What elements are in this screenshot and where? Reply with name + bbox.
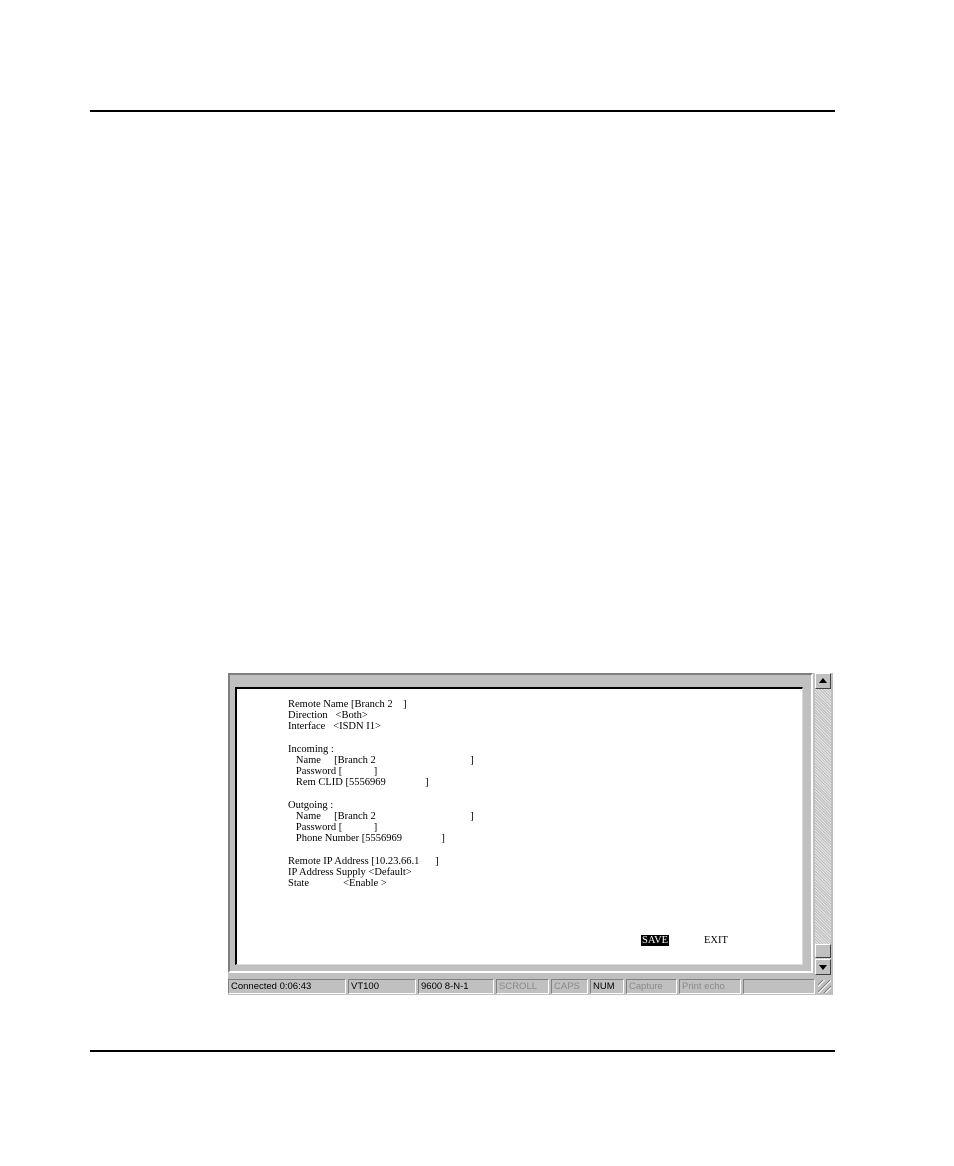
scroll-thumb[interactable]	[815, 944, 831, 958]
terminal-line-remote-ip: Remote IP Address [10.23.66.1 ]	[288, 856, 439, 867]
terminal-line-phone-number: Phone Number [5556969 ]	[288, 833, 445, 844]
terminal-text-area: Remote Name [Branch 2 ] Direction <Both>…	[237, 689, 802, 964]
status-connected: Connected 0:06:43	[228, 979, 346, 994]
status-print-echo: Print echo	[679, 979, 741, 994]
terminal-line-ip-supply: IP Address Supply <Default>	[288, 867, 412, 878]
terminal-line-rem-clid: Rem CLID [5556969 ]	[288, 777, 429, 788]
scroll-up-button[interactable]	[815, 673, 831, 689]
status-caps: CAPS	[551, 979, 588, 994]
status-capture: Capture	[626, 979, 677, 994]
save-button[interactable]: SAVE	[641, 935, 670, 946]
terminal-line-interface: Interface <ISDN I1>	[288, 721, 381, 732]
exit-button[interactable]: EXIT	[704, 935, 728, 946]
bottom-rule	[90, 1050, 835, 1052]
terminal-line-outgoing-name: Name [Branch 2 ]	[288, 811, 474, 822]
top-rule	[90, 110, 835, 112]
terminal-line-outgoing-password: Password [ ]	[288, 822, 378, 833]
resize-grip-icon[interactable]	[818, 980, 831, 993]
hyperterminal-window: Remote Name [Branch 2 ] Direction <Both>…	[228, 673, 833, 995]
arrow-up-icon	[819, 678, 827, 683]
status-emulation: VT100	[348, 979, 416, 994]
terminal-frame: Remote Name [Branch 2 ] Direction <Both>…	[228, 673, 813, 973]
terminal-line-remote-name: Remote Name [Branch 2 ]	[288, 699, 407, 710]
terminal-line-incoming-name: Name [Branch 2 ]	[288, 755, 474, 766]
status-empty-cell	[743, 979, 815, 994]
terminal-line-state: State <Enable >	[288, 878, 387, 889]
terminal-line-incoming-password: Password [ ]	[288, 766, 378, 777]
status-num: NUM	[590, 979, 624, 994]
terminal-line-outgoing: Outgoing :	[288, 800, 334, 811]
terminal-line-direction: Direction <Both>	[288, 710, 368, 721]
vertical-scrollbar[interactable]	[815, 673, 831, 975]
status-scroll: SCROLL	[496, 979, 549, 994]
scroll-down-button[interactable]	[815, 959, 831, 975]
terminal-line-incoming: Incoming :	[288, 744, 334, 755]
status-port-settings: 9600 8-N-1	[418, 979, 494, 994]
status-bar: Connected 0:06:43 VT100 9600 8-N-1 SCROL…	[228, 978, 833, 995]
terminal-screen[interactable]: Remote Name [Branch 2 ] Direction <Both>…	[235, 687, 803, 965]
arrow-down-icon	[819, 965, 827, 970]
